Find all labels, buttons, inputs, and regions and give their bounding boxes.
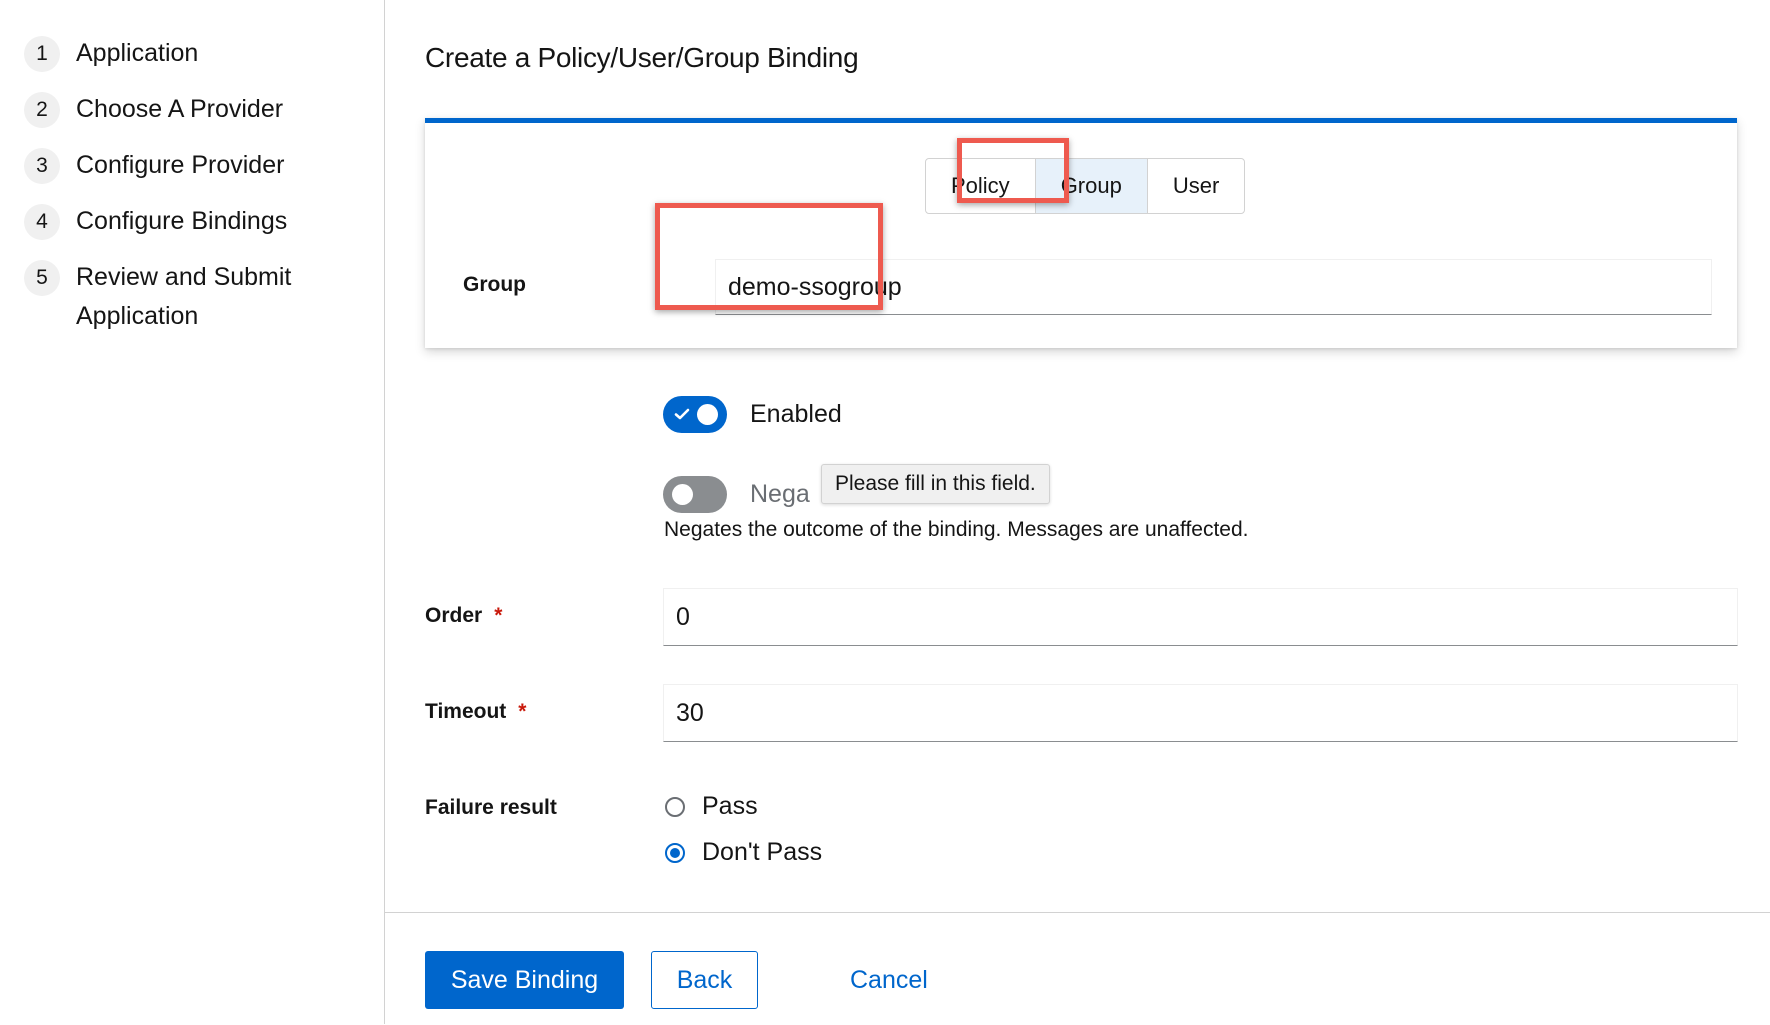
- save-binding-button[interactable]: Save Binding: [425, 951, 624, 1009]
- step-label: Application: [76, 39, 199, 67]
- radio-dont-pass-label: Don't Pass: [702, 838, 823, 866]
- page-title: Create a Policy/User/Group Binding: [425, 42, 859, 73]
- radio-dont-pass-circle[interactable]: [665, 842, 685, 863]
- negate-helper-text: Negates the outcome of the binding. Mess…: [664, 518, 1249, 541]
- wizard-step-review-submit[interactable]: 5 Review and Submit Application: [24, 260, 306, 336]
- switch-knob: [672, 484, 693, 505]
- order-input[interactable]: [663, 588, 1738, 646]
- enabled-switch-row: Enabled: [663, 396, 842, 433]
- main-content: Create a Policy/User/Group Binding Polic…: [385, 0, 1770, 1025]
- wizard-step-configure-bindings[interactable]: 4 Configure Bindings: [24, 204, 287, 241]
- toggle-policy-button[interactable]: Policy: [926, 159, 1036, 213]
- order-label-text: Order: [425, 604, 483, 627]
- step-number: 2: [24, 92, 60, 128]
- wizard-nav: 1 Application 2 Choose A Provider 3 Conf…: [0, 0, 385, 1024]
- group-field-label: Group: [463, 273, 526, 296]
- step-number: 1: [24, 36, 60, 72]
- step-label: Review and Submit Application: [76, 263, 292, 330]
- order-field-label: Order *: [425, 604, 502, 628]
- radio-pass-label: Pass: [702, 792, 758, 820]
- wizard-step-choose-provider[interactable]: 2 Choose A Provider: [24, 92, 283, 129]
- failure-result-label: Failure result: [425, 796, 557, 819]
- negate-switch-label: Nega: [750, 480, 810, 508]
- radio-dont-pass[interactable]: Don't Pass: [665, 838, 822, 867]
- timeout-field-label: Timeout *: [425, 700, 526, 724]
- toggle-group-button[interactable]: Group: [1035, 159, 1148, 213]
- step-label: Choose A Provider: [76, 95, 284, 123]
- required-mark: *: [518, 700, 527, 723]
- radio-pass-circle[interactable]: [665, 796, 685, 817]
- toggle-group-label: Group: [1060, 173, 1122, 198]
- toggle-user-label: User: [1172, 173, 1220, 198]
- binding-type-card: Policy Group User Group: [425, 118, 1737, 348]
- wizard-step-configure-provider[interactable]: 3 Configure Provider: [24, 148, 284, 185]
- toggle-user-button[interactable]: User: [1147, 159, 1245, 213]
- validation-tooltip: Please fill in this field.: [821, 464, 1050, 504]
- step-number: 4: [24, 204, 60, 240]
- radio-pass[interactable]: Pass: [665, 792, 758, 821]
- step-number: 3: [24, 148, 60, 184]
- checkmark-icon: [674, 408, 690, 420]
- timeout-input[interactable]: [663, 684, 1738, 742]
- group-input[interactable]: [715, 259, 1712, 315]
- enabled-switch-label: Enabled: [750, 400, 842, 428]
- timeout-label-text: Timeout: [425, 700, 507, 723]
- step-number: 5: [24, 260, 60, 296]
- form-footer: Save Binding Back Cancel: [385, 912, 1770, 1025]
- binding-type-toggle-group: Policy Group User: [925, 158, 1246, 214]
- negate-switch-row: Nega: [663, 476, 810, 513]
- step-label: Configure Provider: [76, 151, 285, 179]
- cancel-button[interactable]: Cancel: [826, 951, 952, 1009]
- required-mark: *: [494, 604, 503, 627]
- negate-switch[interactable]: [663, 476, 727, 513]
- toggle-policy-label: Policy: [951, 173, 1010, 198]
- step-label: Configure Bindings: [76, 207, 288, 235]
- switch-knob: [697, 404, 718, 425]
- back-button[interactable]: Back: [651, 951, 758, 1009]
- enabled-switch[interactable]: [663, 396, 727, 433]
- wizard-step-application[interactable]: 1 Application: [24, 36, 198, 73]
